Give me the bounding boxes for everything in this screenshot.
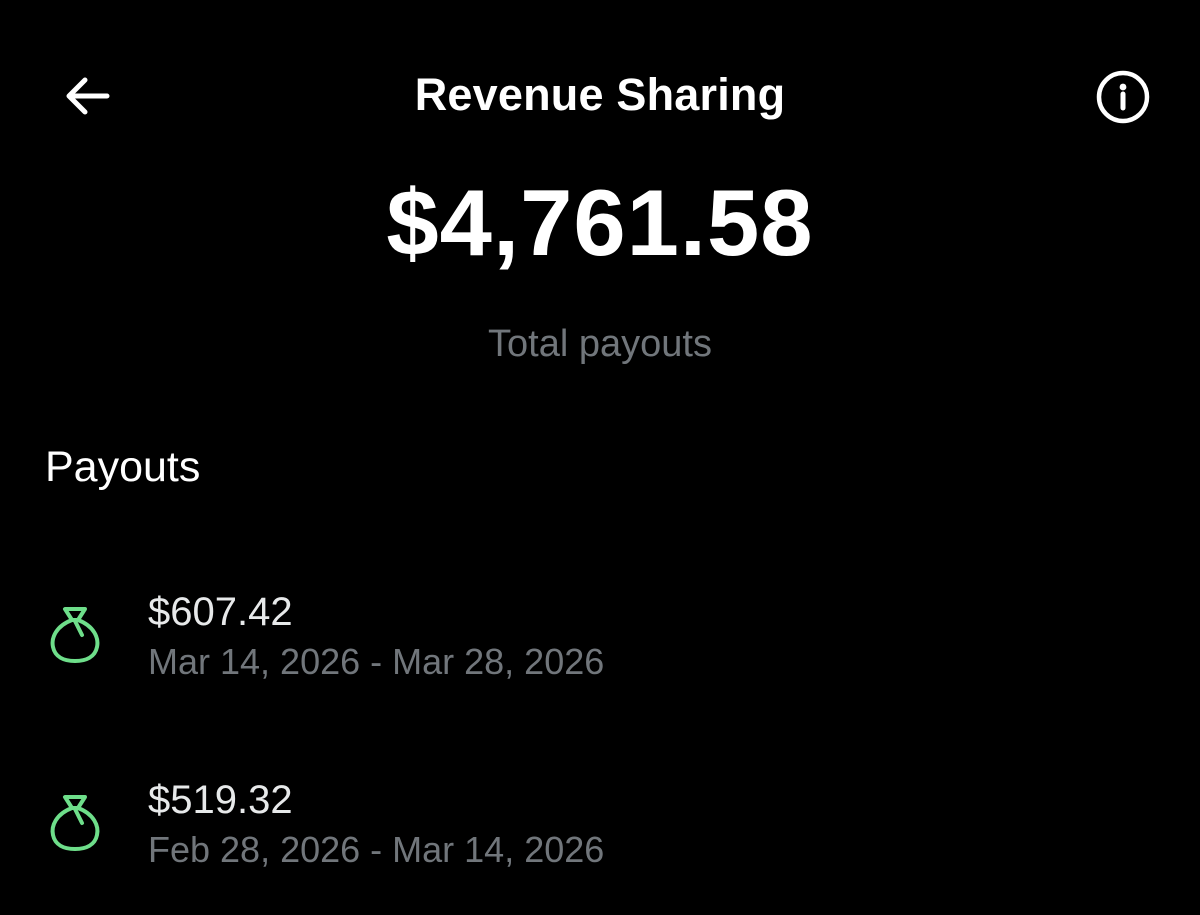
total-payouts-amount: $4,761.58 — [386, 170, 814, 275]
payout-list-item[interactable]: $607.42 Mar 14, 2026 - Mar 28, 2026 — [0, 588, 1200, 718]
money-bag-icon — [50, 795, 100, 851]
payout-date-range: Feb 28, 2026 - Mar 14, 2026 — [148, 829, 605, 870]
revenue-sharing-screen: Revenue Sharing $4,761.58 Total payouts … — [0, 0, 1200, 915]
page-title: Revenue Sharing — [414, 69, 786, 120]
payout-amount: $519.32 — [148, 778, 293, 822]
money-bag-icon — [50, 607, 100, 663]
info-icon — [1096, 70, 1150, 124]
payout-date-range: Mar 14, 2026 - Mar 28, 2026 — [148, 641, 605, 682]
total-payouts-label: Total payouts — [488, 323, 712, 365]
payout-amount: $607.42 — [148, 590, 293, 634]
payouts-section-title: Payouts — [45, 443, 201, 491]
info-button[interactable] — [1094, 68, 1152, 126]
payout-list-item[interactable]: $519.32 Feb 28, 2026 - Mar 14, 2026 — [0, 776, 1200, 906]
